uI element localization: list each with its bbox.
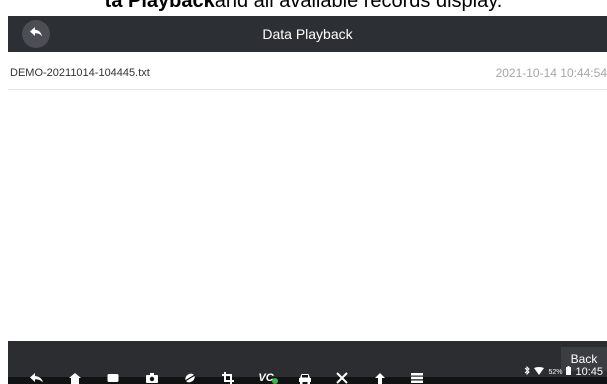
- home-icon[interactable]: [68, 371, 82, 384]
- records-list: DEMO-20211014-104445.txt 2021-10-14 10:4…: [8, 52, 607, 341]
- tools-icon[interactable]: [335, 371, 349, 384]
- battery-icon: [566, 366, 572, 378]
- camera-icon[interactable]: [145, 371, 159, 384]
- title-bar: Data Playback: [8, 16, 607, 52]
- list-item[interactable]: DEMO-20211014-104445.txt 2021-10-14 10:4…: [8, 56, 607, 90]
- header-back-button[interactable]: [22, 20, 50, 48]
- bluetooth-icon: [524, 365, 531, 378]
- recents-icon[interactable]: [106, 371, 120, 384]
- browser-icon[interactable]: [183, 371, 197, 384]
- car-icon[interactable]: [298, 371, 312, 384]
- menu-icon[interactable]: [410, 371, 424, 384]
- wifi-icon: [534, 366, 545, 378]
- upload-icon[interactable]: [373, 371, 387, 384]
- vci-icon[interactable]: VC: [258, 371, 278, 384]
- system-navbar: VC 52% 10:45: [8, 365, 607, 384]
- battery-percent: 52%: [548, 368, 563, 376]
- back-icon[interactable]: [30, 371, 44, 384]
- clock: 10:45: [575, 366, 603, 378]
- screenshot-icon[interactable]: [221, 371, 235, 384]
- caption-bold: ta Playback: [104, 0, 215, 12]
- record-filename: DEMO-20211014-104445.txt: [10, 67, 150, 79]
- record-date: 2021-10-14 10:44:54: [495, 66, 607, 80]
- tablet-screen: Data Playback DEMO-20211014-104445.txt 2…: [8, 16, 607, 384]
- caption-text: ta Playback and all available records di…: [0, 0, 607, 16]
- caption-rest: and all available records display.: [214, 0, 503, 12]
- status-area: 52% 10:45: [524, 365, 603, 378]
- page-title: Data Playback: [262, 26, 353, 42]
- back-arrow-icon: [29, 25, 43, 43]
